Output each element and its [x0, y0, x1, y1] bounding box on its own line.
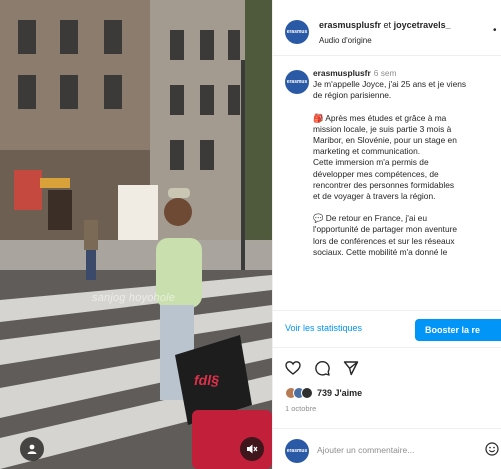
collaborator-username[interactable]: joycetravels_ — [394, 20, 451, 30]
like-button[interactable] — [285, 360, 301, 381]
comment-button[interactable] — [314, 360, 330, 381]
user-icon — [27, 444, 37, 454]
post-date[interactable]: 1 octobre — [285, 404, 316, 413]
caption-line: rencontrer des personnes formidables — [313, 179, 455, 190]
comment-input[interactable] — [317, 442, 477, 458]
caption-username[interactable]: erasmusplusfr — [313, 68, 371, 78]
caption-age: 6 sem — [373, 68, 397, 78]
reel-video[interactable]: fdl§ sanjog hoyohole — [0, 0, 272, 469]
add-comment-bar: erasmus — [273, 428, 501, 469]
caption-avatar[interactable]: erasmus — [285, 70, 309, 94]
emoji-icon — [485, 442, 499, 456]
more-icon: • — [493, 25, 497, 36]
post-details-panel: erasmus erasmusplusfr et joycetravels_ A… — [272, 0, 501, 469]
emoji-button[interactable] — [485, 442, 499, 461]
paper-plane-icon — [343, 361, 359, 376]
caption-line: lors de conférences et sur les réseaux — [313, 235, 455, 246]
author-avatar[interactable]: erasmus — [285, 20, 309, 44]
mute-button[interactable] — [240, 437, 264, 461]
post-header: erasmus erasmusplusfr et joycetravels_ A… — [273, 0, 501, 56]
heart-icon — [285, 361, 301, 375]
speaker-muted-icon — [247, 444, 258, 454]
likes-row[interactable]: 739 J'aime — [285, 386, 362, 400]
caption-line: Cette immersion m'a permis de — [313, 157, 429, 168]
caption-line: 🎒 Après mes études et grâce à ma — [313, 112, 447, 123]
caption-block: erasmus erasmusplusfr 6 sem Je m'appelle … — [273, 56, 501, 310]
audio-link[interactable]: Audio d'origine — [319, 36, 372, 45]
video-text-overlay: sanjog hoyohole — [92, 292, 176, 304]
view-insights-link[interactable]: Voir les statistiques — [285, 323, 362, 333]
caption-text: erasmusplusfr 6 sem Je m'appelle Joyce, j… — [313, 68, 501, 269]
caption-line: mission locale, je suis partie 3 mois à — [313, 123, 452, 134]
caption-line: de région parisienne. — [313, 90, 392, 101]
caption-line: 💬 De retour en France, j'ai eu — [313, 213, 427, 224]
caption-line: marketing et communication. — [313, 146, 421, 157]
street-scene-image: fdl§ — [0, 0, 272, 469]
author-username[interactable]: erasmusplusfr — [319, 20, 381, 30]
caption-line: Maribor, en Slovénie, pour un stage en — [313, 135, 457, 146]
current-user-avatar: erasmus — [285, 439, 309, 463]
share-button[interactable] — [343, 360, 359, 381]
post-authors: erasmusplusfr et joycetravels_ — [319, 20, 451, 30]
more-options-button[interactable]: • — [493, 25, 497, 36]
svg-text:fdl§: fdl§ — [194, 372, 219, 388]
caption-line: et de voyager à travers la région. — [313, 191, 436, 202]
insights-bar: Voir les statistiques Booster la re — [273, 310, 501, 348]
caption-line: développer mes compétences, de — [313, 168, 439, 179]
author-connector: et — [383, 20, 392, 30]
caption-line: sociaux. Cette mobilité m'a donné le — [313, 246, 448, 257]
likes-count[interactable]: 739 J'aime — [317, 388, 362, 398]
caption-line: l'opportunité de partager mon aventure — [313, 224, 458, 235]
boost-button[interactable]: Booster la re — [415, 319, 501, 341]
comment-icon — [315, 361, 330, 376]
caption-line: Je m'appelle Joyce, j'ai 25 ans et je vi… — [313, 79, 467, 90]
liker-avatar — [301, 387, 313, 399]
tagged-users-button[interactable] — [20, 437, 44, 461]
